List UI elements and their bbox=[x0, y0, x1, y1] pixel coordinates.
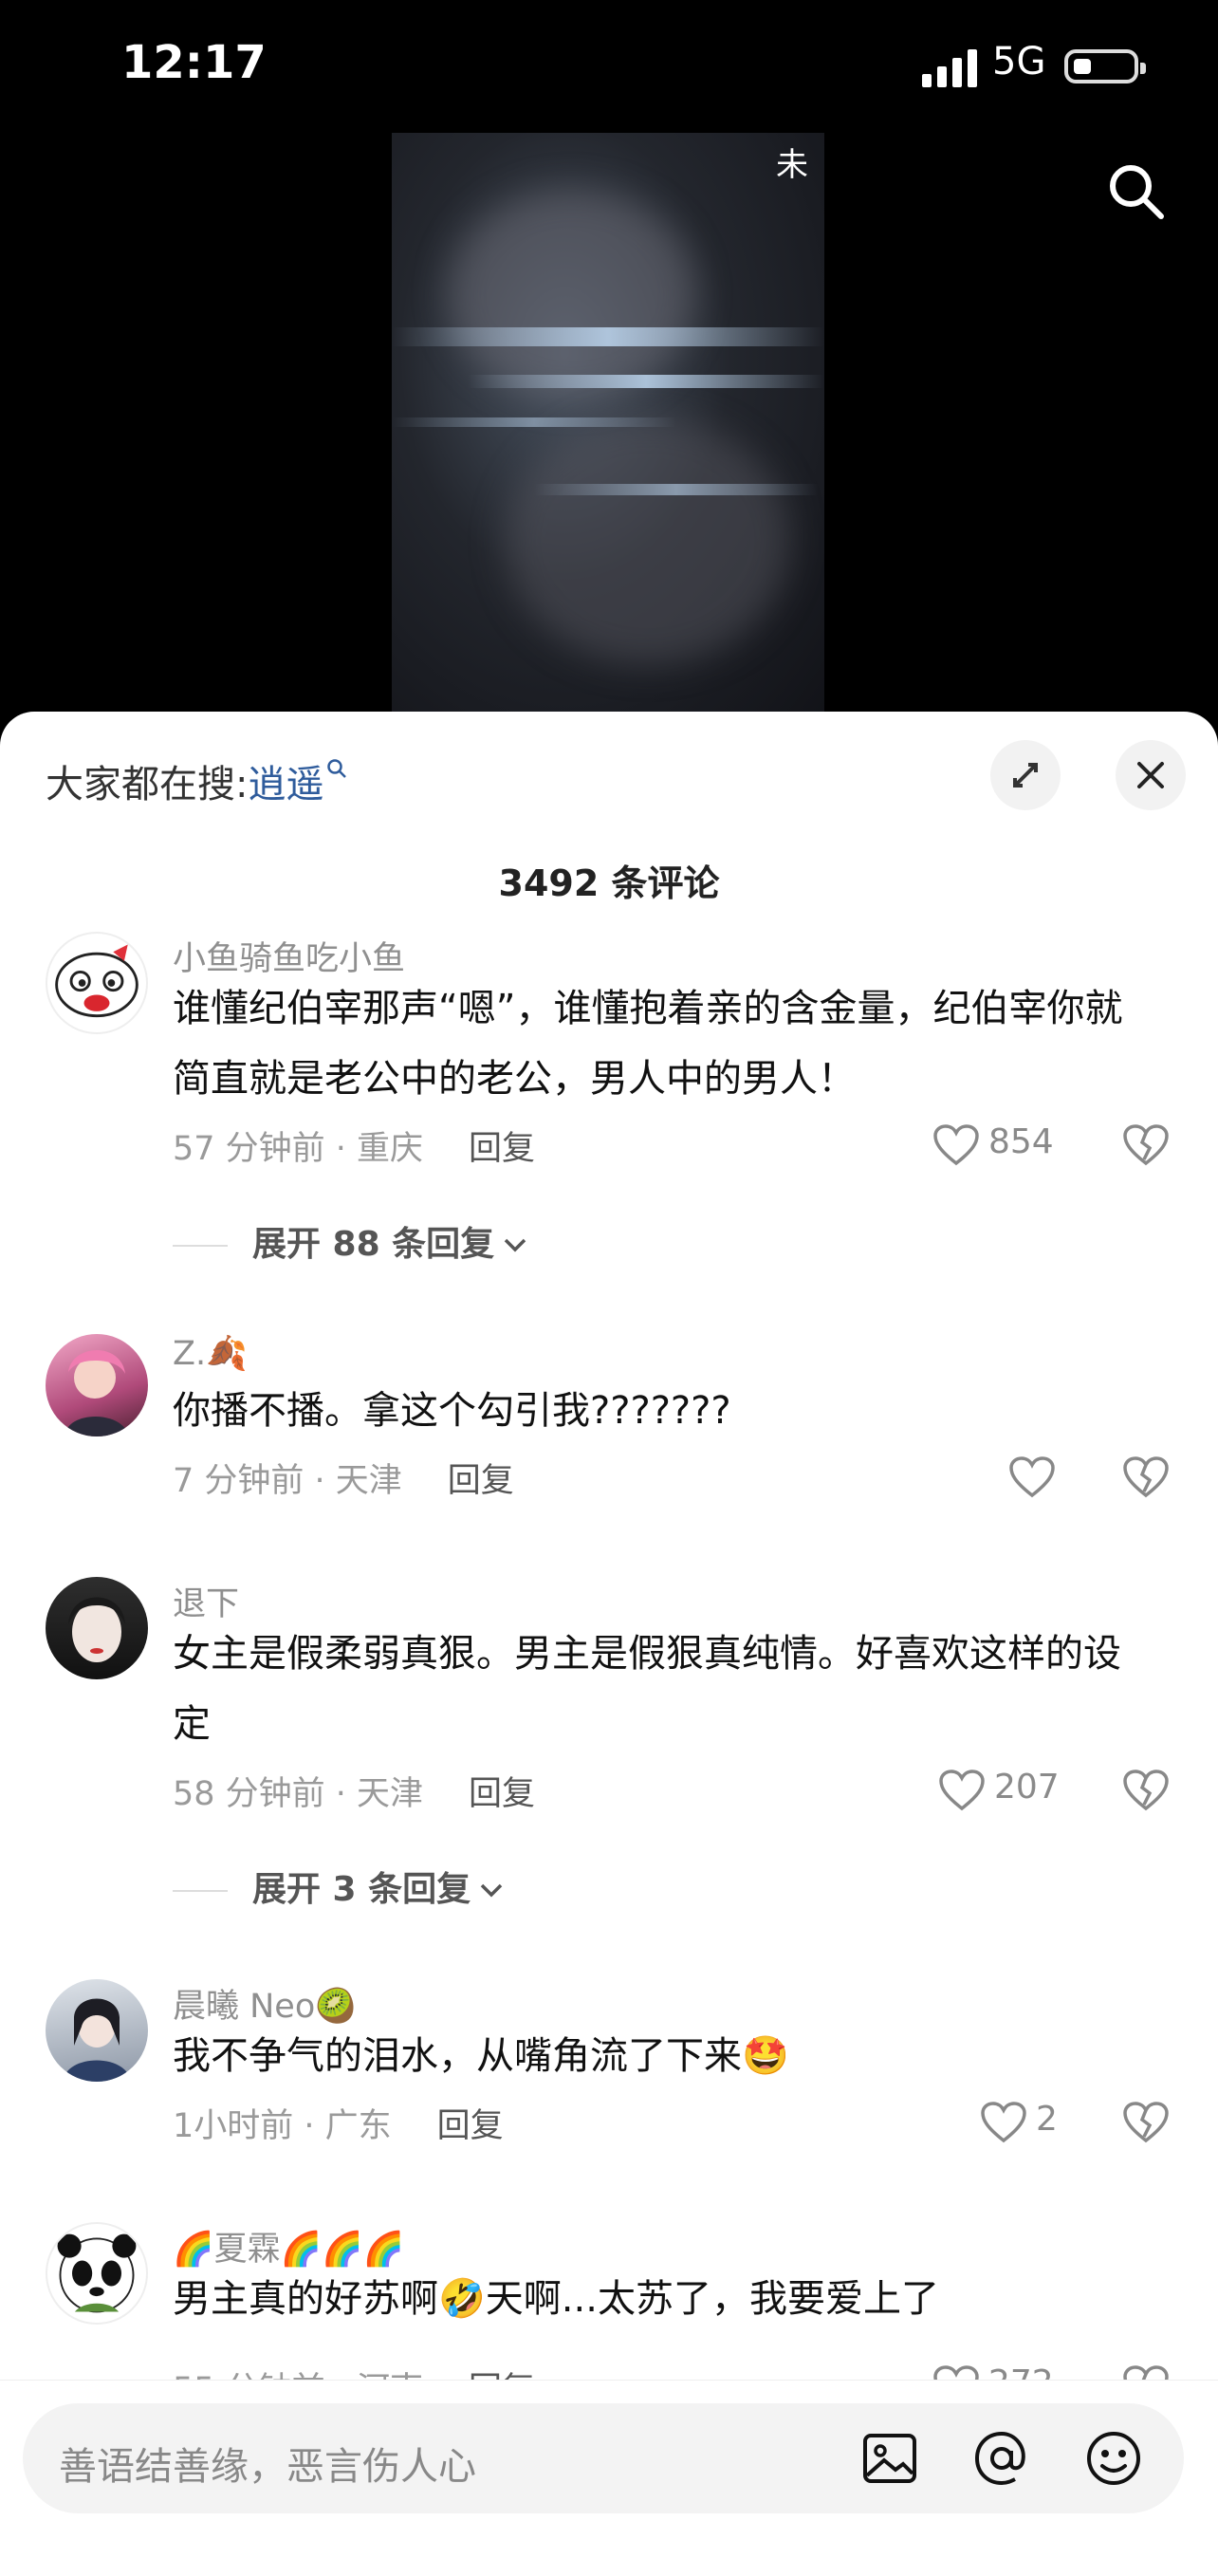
expand-replies-label: 展开 3 条回复 bbox=[252, 1870, 471, 1909]
dislike-icon[interactable] bbox=[1121, 1767, 1171, 1816]
comment-username[interactable]: Z.🍂 bbox=[173, 1334, 248, 1373]
expand-replies[interactable]: 展开 88 条回复 bbox=[173, 1216, 530, 1266]
like-icon[interactable] bbox=[937, 1767, 987, 1816]
battery-icon bbox=[1064, 49, 1146, 83]
like-count: 2 bbox=[1036, 2100, 1058, 2139]
at-icon[interactable] bbox=[971, 2428, 1032, 2489]
close-button[interactable] bbox=[1116, 740, 1186, 810]
video-watermark: 未 bbox=[776, 146, 808, 184]
avatar-image bbox=[68, 1597, 125, 1662]
comment-time: 57 分钟前 · 重庆 bbox=[173, 1130, 424, 1168]
dislike-icon[interactable] bbox=[1121, 2099, 1171, 2148]
comment-text: 男主真的好苏啊🤣天啊...太苏了，我要爱上了 bbox=[173, 2277, 939, 2321]
expand-replies[interactable]: 展开 3 条回复 bbox=[173, 1862, 507, 1911]
comment-count: 3492 条评论 bbox=[498, 862, 720, 904]
avatar[interactable] bbox=[46, 1577, 148, 1679]
video-player[interactable]: 未 bbox=[392, 133, 824, 712]
comment-meta: 58 分钟前 · 天津 回复 bbox=[173, 1767, 535, 1815]
comment-time: 1小时前 · 广东 bbox=[173, 2107, 392, 2145]
avatar-image bbox=[55, 944, 138, 1018]
expand-button[interactable] bbox=[990, 740, 1061, 810]
hot-search-keyword[interactable]: 逍遥 bbox=[248, 763, 323, 806]
avatar[interactable] bbox=[46, 1334, 148, 1436]
like-icon[interactable] bbox=[1007, 1454, 1057, 1503]
avatar-image bbox=[63, 1998, 131, 2082]
reply-button[interactable]: 回复 bbox=[469, 1130, 535, 1168]
search-icon bbox=[327, 759, 347, 778]
close-icon bbox=[1137, 762, 1164, 788]
status-time: 12:17 bbox=[121, 36, 267, 89]
search-icon[interactable] bbox=[1106, 161, 1165, 220]
image-icon[interactable] bbox=[859, 2428, 920, 2489]
chevron-down-icon bbox=[480, 1883, 503, 1898]
comment-text: 我不争气的泪水，从嘴角流了下来🤩 bbox=[173, 2034, 789, 2078]
comment-input-placeholder: 善语结善缘，恶言伤人心 bbox=[59, 2445, 476, 2489]
expand-icon bbox=[1013, 763, 1038, 788]
avatar[interactable] bbox=[46, 1979, 148, 2082]
comment-meta: 7 分钟前 · 天津 回复 bbox=[173, 1454, 514, 1502]
like-icon[interactable] bbox=[932, 1121, 981, 1171]
avatar-image bbox=[57, 2233, 137, 2313]
signal-icon bbox=[922, 49, 977, 87]
comment-text: 你播不播。拿这个勾引我??????? bbox=[173, 1389, 731, 1433]
chevron-down-icon bbox=[504, 1238, 526, 1252]
like-count: 854 bbox=[988, 1122, 1054, 1161]
comment-time: 7 分钟前 · 天津 bbox=[173, 1462, 402, 1500]
network-type: 5G bbox=[992, 40, 1046, 83]
expand-replies-label: 展开 88 条回复 bbox=[252, 1225, 495, 1264]
comment-input[interactable]: 善语结善缘，恶言伤人心 bbox=[23, 2403, 1184, 2513]
comment-text: 女主是假柔弱真狠。男主是假狠真纯情。好喜欢这样的设定 bbox=[173, 1632, 1121, 1746]
comment-time: 58 分钟前 · 天津 bbox=[173, 1775, 424, 1813]
reply-button[interactable]: 回复 bbox=[448, 1462, 514, 1500]
hot-search-label: 大家都在搜: bbox=[46, 763, 249, 806]
like-count: 207 bbox=[994, 1768, 1060, 1807]
comment-text: 谁懂纪伯宰那声“嗯”，谁懂抱着亲的含金量，纪伯宰你就简直就是老公中的老公，男人中… bbox=[173, 987, 1123, 1101]
reply-button[interactable]: 回复 bbox=[469, 1775, 535, 1813]
comment-sheet: 大家都在搜:逍遥 3492 条评论 小鱼骑鱼吃小鱼 谁懂纪伯宰那声“嗯”，谁懂抱… bbox=[0, 712, 1218, 2575]
comment-input-bar: 善语结善缘，恶言伤人心 bbox=[0, 2380, 1218, 2576]
avatar[interactable] bbox=[46, 2222, 148, 2325]
emoji-icon[interactable] bbox=[1083, 2428, 1144, 2489]
status-bar: 12:17 5G bbox=[0, 0, 1218, 133]
reply-button[interactable]: 回复 bbox=[437, 2107, 504, 2145]
hot-search: 大家都在搜:逍遥 bbox=[46, 753, 348, 808]
avatar-image bbox=[65, 1350, 129, 1436]
dislike-icon[interactable] bbox=[1121, 1121, 1171, 1171]
avatar[interactable] bbox=[46, 932, 148, 1034]
comment-meta: 1小时前 · 广东 回复 bbox=[173, 2099, 504, 2147]
comment-meta: 57 分钟前 · 重庆 回复 bbox=[173, 1121, 535, 1170]
dislike-icon[interactable] bbox=[1121, 1454, 1171, 1503]
like-icon[interactable] bbox=[979, 2099, 1028, 2148]
